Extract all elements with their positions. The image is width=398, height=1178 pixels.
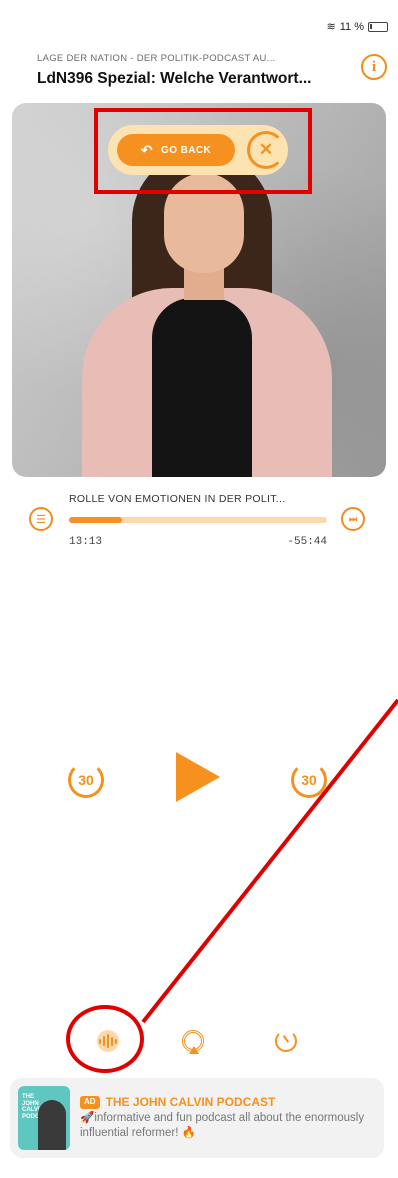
airplay-icon — [182, 1030, 204, 1054]
sleep-timer-button[interactable] — [271, 1026, 301, 1056]
ad-title: THE JOHN CALVIN PODCAST — [105, 1095, 276, 1110]
ad-description: 🚀informative and fun podcast all about t… — [80, 1111, 365, 1140]
sleep-timer-icon — [275, 1030, 297, 1052]
annotation-arrow-line — [141, 698, 398, 1024]
ad-banner[interactable]: THE JOHN CALVIN PODCAST AD THE JOHN CALV… — [10, 1078, 384, 1158]
annotation-highlight-circle — [66, 1005, 144, 1073]
ad-text: AD THE JOHN CALVIN PODCAST 🚀informative … — [80, 1094, 376, 1141]
airplay-button[interactable] — [178, 1026, 208, 1056]
ad-badge: AD — [80, 1096, 100, 1109]
ad-artwork: THE JOHN CALVIN PODCAST — [18, 1086, 70, 1150]
